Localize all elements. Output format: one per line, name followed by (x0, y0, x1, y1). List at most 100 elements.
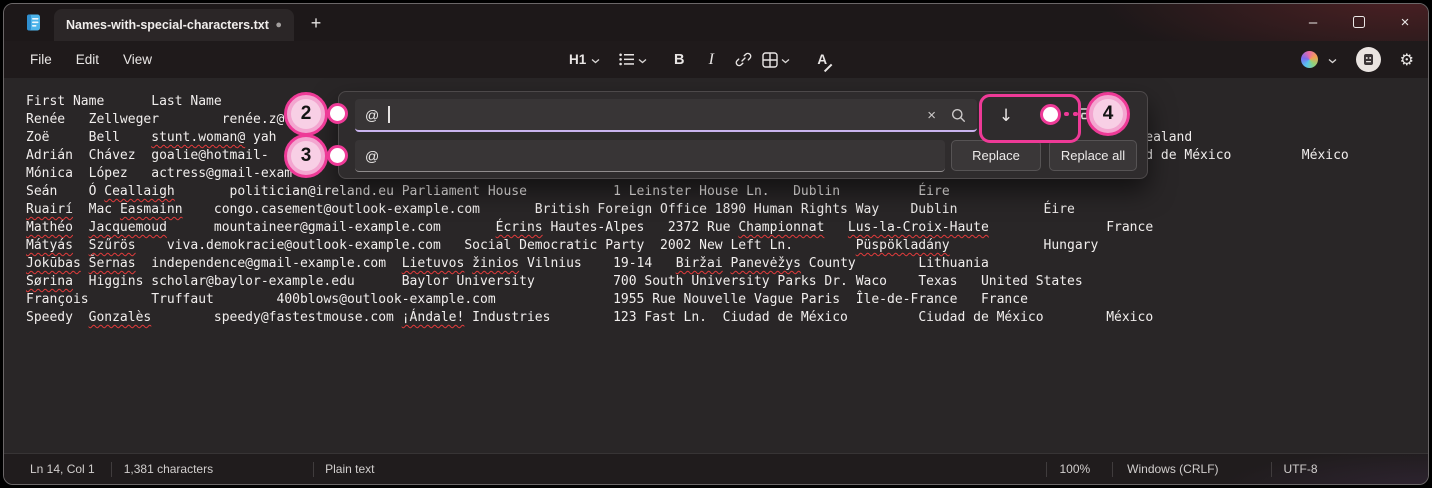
document-tab[interactable]: Names-with-special-characters.txt ● (54, 9, 294, 41)
character-count: 1,381 characters (123, 462, 214, 476)
text-segment: Hungary (1043, 238, 1099, 253)
text-segment: 1 Leinster House Ln. (613, 184, 770, 199)
text-segment: Lithuania (918, 256, 989, 271)
document-type: Plain text (325, 462, 375, 476)
text-segment: yah (253, 130, 277, 145)
heading-label: H1 (569, 52, 587, 67)
table-button[interactable] (762, 46, 792, 74)
account-avatar[interactable] (1355, 47, 1381, 72)
callout-4-connector (1073, 112, 1078, 116)
text-segment: Ciudad de México (722, 310, 848, 325)
text-segment: Zellweger (88, 112, 160, 127)
text-line-2: Renée Zellweger renée.z@ (26, 111, 284, 129)
bullet-list-icon (619, 53, 635, 66)
text-segment: Ó (88, 184, 97, 199)
copilot-icon[interactable] (1300, 51, 1318, 68)
text-segment: López (88, 166, 128, 181)
text-line-12: François Truffaut 400blows@outlook-examp… (26, 291, 1028, 309)
text-segment: Ciudad de México (918, 310, 1044, 325)
text-editor-area[interactable]: First Name Last Name Renée Zellweger rené… (4, 78, 1428, 453)
menu-view[interactable]: View (111, 46, 164, 73)
line-ending-type[interactable]: Windows (CRLF) (1127, 462, 1218, 476)
maximize-icon (1353, 16, 1365, 28)
callout-3-number: 3 (291, 141, 321, 171)
text-segment: County (808, 256, 856, 271)
formatting-toolbar: H1 B I A (567, 41, 835, 78)
account-icon (1363, 53, 1373, 65)
text-segment: Speedy (26, 310, 73, 325)
misspelled-word: Ruairí (26, 202, 73, 217)
text-segment: 1890 Human Rights Way (714, 202, 880, 217)
notepad-app-icon (24, 13, 43, 32)
text-segment: Baylor University (401, 274, 535, 289)
misspelled-word: Šernas (88, 256, 136, 271)
text-segment: congo.casement@outlook-example.com (213, 202, 480, 217)
misspelled-word: Jacquemoud (88, 220, 167, 235)
text-segment: France (1106, 220, 1154, 235)
misspelled-word: Lus-la-Croix-Haute (847, 220, 989, 235)
text-line-6: Seán Ó Ceallaigh politician@ireland.eu P… (26, 183, 950, 201)
text-segment: independence@gmail-example.com (151, 256, 387, 271)
clear-formatting-button[interactable]: A (809, 46, 835, 74)
chevron-down-icon (781, 58, 790, 63)
replace-value-text: @ (365, 147, 380, 164)
misspelled-word: Püspökladány (855, 238, 950, 253)
text-segment: México (1301, 148, 1349, 163)
text-segment: Éire (918, 184, 950, 199)
clear-search-icon[interactable]: × (927, 108, 936, 123)
text-segment: Dublin (910, 202, 958, 217)
misspelled-word: Szűrös (88, 238, 136, 253)
italic-button[interactable]: I (698, 46, 724, 74)
settings-gear-icon[interactable]: ⚙ (1400, 50, 1414, 69)
window-controls: – × (1290, 4, 1428, 40)
text-segment: Industries (472, 310, 551, 325)
callout-3-dot (327, 145, 348, 166)
text-caret (388, 106, 390, 123)
text-segment: Mónica (26, 166, 73, 181)
find-input[interactable]: @ × (355, 99, 977, 132)
replace-all-button[interactable]: Replace all (1049, 140, 1137, 171)
new-tab-button[interactable]: + (303, 10, 329, 36)
text-segment: politician@ireland.eu (229, 184, 394, 199)
notepad-window: Names-with-special-characters.txt ● + – … (3, 3, 1429, 485)
replace-button[interactable]: Replace (951, 140, 1041, 171)
callout-step-2: 2 (284, 92, 328, 136)
text-segment: mountaineer@gmail-example.com (213, 220, 441, 235)
chevron-down-icon (591, 58, 600, 63)
misspelled-word: Écrins (495, 220, 543, 235)
text-segment: 700 South University Parks Dr. (613, 274, 848, 289)
text-line-11: Sørina Higgins scholar@baylor-example.ed… (26, 273, 1083, 291)
encoding[interactable]: UTF-8 (1284, 462, 1318, 476)
text-segment: François (26, 292, 89, 307)
link-button[interactable] (730, 46, 756, 74)
text-segment: Social Democratic Party (464, 238, 645, 253)
text-line-13: Speedy Gonzalès speedy@fastestmouse.com … (26, 309, 1153, 327)
menu-bar: File Edit View H1 B I A ⚙ (4, 41, 1428, 78)
list-button[interactable] (619, 46, 649, 74)
find-next-button[interactable]: ↓ (987, 99, 1025, 132)
heading-style-button[interactable]: H1 (567, 46, 602, 74)
menu-file[interactable]: File (18, 46, 64, 73)
text-segment: scholar@baylor-example.edu (151, 274, 355, 289)
misspelled-word: žinios (472, 256, 520, 271)
text-segment: Mac (88, 202, 113, 217)
text-segment: Higgins (88, 274, 144, 289)
misspelled-word: Easmainn (119, 202, 183, 217)
bold-button[interactable]: B (666, 46, 692, 74)
close-button[interactable]: × (1382, 4, 1428, 40)
table-icon (762, 51, 778, 68)
misspelled-word: Lietuvos (401, 256, 465, 271)
misspelled-word: Panevėžys (730, 256, 801, 271)
misspelled-word: Jokūbas (26, 256, 81, 271)
chevron-down-icon (638, 58, 647, 63)
misspelled-word: Ceallaigh (104, 184, 175, 199)
text-segment: Bell (88, 130, 120, 145)
replace-input[interactable]: @ (355, 140, 945, 172)
menu-edit[interactable]: Edit (64, 46, 111, 73)
zoom-level[interactable]: 100% (1059, 462, 1090, 476)
search-icon[interactable] (951, 108, 966, 123)
title-bar: Names-with-special-characters.txt ● + – … (4, 4, 1428, 41)
minimize-button[interactable]: – (1290, 4, 1336, 40)
text-segment: d de México (1145, 148, 1232, 163)
maximize-button[interactable] (1336, 4, 1382, 40)
